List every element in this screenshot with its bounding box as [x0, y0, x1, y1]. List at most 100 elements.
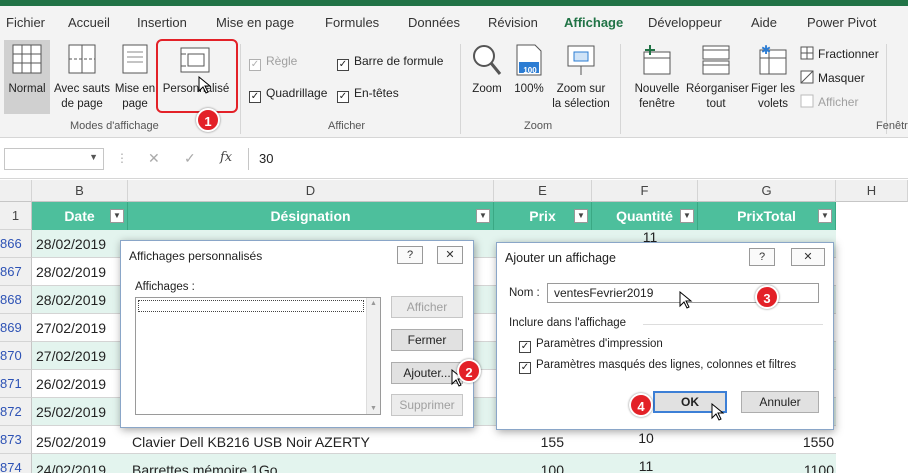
- column-header-f[interactable]: F: [592, 180, 698, 202]
- cell-designation[interactable]: Barrettes mémoire 1Go: [132, 456, 492, 473]
- filter-dropdown-icon[interactable]: ▼: [476, 209, 490, 223]
- scroll-up-icon[interactable]: ▲: [370, 300, 377, 307]
- cell-date[interactable]: 24/02/2019: [36, 456, 106, 473]
- hide-window-button[interactable]: Masquer: [800, 70, 865, 85]
- zoom-100-button[interactable]: 100 100%: [510, 40, 548, 114]
- zoom-100-icon-text: 100: [523, 66, 537, 75]
- row-header[interactable]: 867: [0, 258, 32, 286]
- cell-date[interactable]: 26/02/2019: [36, 370, 106, 398]
- tab-affichage[interactable]: Affichage: [564, 15, 623, 30]
- cell-quantite[interactable]: 11: [616, 452, 676, 473]
- close-button[interactable]: Fermer: [391, 329, 463, 351]
- new-window-button[interactable]: Nouvelle fenêtre: [628, 40, 686, 114]
- filter-active-icon[interactable]: ▼: [110, 209, 124, 223]
- new-window-icon: [643, 45, 671, 75]
- section-divider: [643, 324, 823, 325]
- column-header-e[interactable]: E: [494, 180, 592, 202]
- row-header[interactable]: 869: [0, 314, 32, 342]
- normal-view-button[interactable]: Normal: [4, 40, 50, 114]
- split-button[interactable]: Fractionner: [800, 46, 879, 61]
- page-break-view-button[interactable]: Avec sauts de page: [52, 40, 112, 114]
- headings-checkbox[interactable]: ✓ En-têtes: [337, 86, 399, 103]
- freeze-panes-button[interactable]: ✱ Figer les volets: [748, 40, 798, 114]
- normal-view-icon: [12, 44, 42, 74]
- drag-handle-icon[interactable]: ⋮: [116, 151, 128, 165]
- cell-date[interactable]: 28/02/2019: [36, 258, 106, 286]
- cell-prix[interactable]: 155: [496, 428, 590, 456]
- tab-aide[interactable]: Aide: [751, 15, 777, 30]
- cell-prixtotal[interactable]: 1550: [700, 428, 834, 456]
- row-header[interactable]: 871: [0, 370, 32, 398]
- formula-input[interactable]: 30: [248, 148, 908, 170]
- tab-fichier[interactable]: Fichier: [6, 15, 45, 30]
- row-header[interactable]: 868: [0, 286, 32, 314]
- tab-insertion[interactable]: Insertion: [137, 15, 187, 30]
- cancel-icon[interactable]: ✕: [148, 150, 160, 167]
- column-header-d[interactable]: D: [128, 180, 494, 202]
- cell-date[interactable]: 28/02/2019: [36, 230, 106, 258]
- page-layout-label-1: Mise en: [114, 83, 156, 95]
- page-layout-view-button[interactable]: Mise en page: [113, 40, 157, 114]
- tab-revision[interactable]: Révision: [488, 15, 538, 30]
- row-header[interactable]: 873: [0, 426, 32, 454]
- cell-prix[interactable]: 100: [496, 456, 590, 473]
- delete-view-button[interactable]: Supprimer: [391, 394, 463, 416]
- close-icon[interactable]: ✕: [437, 246, 463, 264]
- ruler-checkbox[interactable]: ✓ Règle: [249, 54, 297, 71]
- cell-date[interactable]: 27/02/2019: [36, 342, 106, 370]
- zoom-button[interactable]: Zoom: [466, 40, 508, 114]
- scrollbar[interactable]: ▲ ▼: [366, 298, 380, 414]
- column-header-b[interactable]: B: [32, 180, 128, 202]
- tab-donnees[interactable]: Données: [408, 15, 460, 30]
- row-header[interactable]: 866: [0, 230, 32, 258]
- row-header[interactable]: 1: [0, 202, 32, 230]
- cell-date[interactable]: 25/02/2019: [36, 428, 106, 456]
- insert-function-icon[interactable]: fx: [220, 150, 232, 165]
- tab-power-pivot[interactable]: Power Pivot: [807, 15, 876, 30]
- scroll-down-icon[interactable]: ▼: [370, 405, 377, 412]
- column-header-g[interactable]: G: [698, 180, 836, 202]
- hidden-settings-checkbox[interactable]: ✓ Paramètres masqués des lignes, colonnes…: [519, 359, 796, 374]
- page-layout-icon: [122, 44, 148, 74]
- tab-formules[interactable]: Formules: [325, 15, 379, 30]
- name-box[interactable]: ▼: [4, 148, 104, 170]
- cell-date[interactable]: 25/02/2019: [36, 398, 106, 426]
- add-view-dialog: Ajouter un affichage ? ✕ Nom : ventesFev…: [496, 242, 834, 430]
- help-button[interactable]: ?: [749, 248, 775, 266]
- print-settings-checkbox[interactable]: ✓ Paramètres d'impression: [519, 338, 663, 353]
- close-icon[interactable]: ✕: [791, 248, 825, 266]
- help-button[interactable]: ?: [397, 246, 423, 264]
- filter-dropdown-icon[interactable]: ▼: [574, 209, 588, 223]
- tab-accueil[interactable]: Accueil: [68, 15, 110, 30]
- arrange-all-button[interactable]: Réorganiser tout: [686, 40, 749, 114]
- views-listbox[interactable]: ▲ ▼: [135, 297, 381, 415]
- gridlines-checkbox[interactable]: ✓ Quadrillage: [249, 86, 327, 103]
- zoom-selection-button[interactable]: Zoom sur la sélection: [548, 40, 614, 114]
- cell-prixtotal[interactable]: 1100: [700, 456, 834, 473]
- cell-designation[interactable]: Clavier Dell KB216 USB Noir AZERTY: [132, 428, 492, 456]
- column-header-h[interactable]: H: [836, 180, 908, 202]
- formula-bar-checkbox[interactable]: ✓ Barre de formule: [337, 54, 443, 71]
- cell-date[interactable]: 28/02/2019: [36, 286, 106, 314]
- cancel-button[interactable]: Annuler: [741, 391, 819, 413]
- tab-developpeur[interactable]: Développeur: [648, 15, 722, 30]
- unhide-window-button[interactable]: Afficher: [800, 94, 858, 109]
- callout-4: 4: [629, 393, 653, 417]
- row-header[interactable]: 872: [0, 398, 32, 426]
- header-label: Prix: [529, 208, 556, 224]
- ribbon: Normal Avec sauts de page Mise en page P…: [0, 38, 908, 138]
- chevron-down-icon[interactable]: ▼: [89, 152, 98, 162]
- filter-dropdown-icon[interactable]: ▼: [818, 209, 832, 223]
- cell-date[interactable]: 27/02/2019: [36, 314, 106, 342]
- headings-check-mark: ✓: [337, 91, 349, 103]
- show-view-button[interactable]: Afficher: [391, 296, 463, 318]
- row-header[interactable]: 874: [0, 454, 32, 473]
- formula-bar-label: Barre de formule: [354, 54, 444, 68]
- header-label: PrixTotal: [737, 208, 796, 224]
- row-header[interactable]: 870: [0, 342, 32, 370]
- tab-mise-en-page[interactable]: Mise en page: [216, 15, 294, 30]
- select-all-corner[interactable]: [0, 180, 32, 202]
- filter-dropdown-icon[interactable]: ▼: [680, 209, 694, 223]
- group-label-modes: Modes d'affichage: [70, 120, 159, 132]
- enter-icon[interactable]: ✓: [184, 150, 196, 167]
